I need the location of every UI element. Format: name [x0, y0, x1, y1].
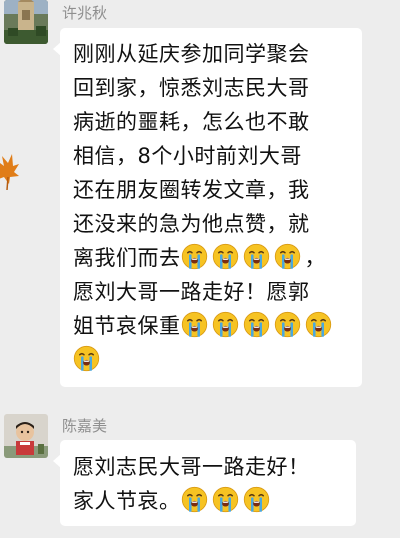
message-text: 家人节哀。 [73, 489, 181, 513]
crying-face-icon [212, 311, 239, 338]
message-line: 病逝的噩耗，怎么也不敢 [73, 110, 310, 134]
crying-face-icon [243, 311, 270, 338]
message-bubble[interactable]: 愿刘志民大哥一路走好！ 家人节哀。 [53, 440, 356, 526]
crying-face-icon [181, 486, 208, 513]
crying-face-icon [243, 243, 270, 270]
crying-face-icon [181, 243, 208, 270]
message-text: ， [304, 246, 326, 270]
message-bubble[interactable]: 刚刚从延庆参加同学聚会 回到家，惊悉刘志民大哥 病逝的噩耗，怎么也不敢 相信，8… [53, 28, 362, 387]
message-line: 相信，8个小时前刘大哥 [73, 144, 302, 168]
crying-face-icon [243, 486, 270, 513]
avatar[interactable] [4, 0, 48, 44]
message-line: 还在朋友圈转发文章，我 [73, 178, 310, 202]
crying-face-icon [212, 486, 239, 513]
avatar[interactable] [4, 414, 48, 458]
message-line: 刚刚从延庆参加同学聚会 [73, 42, 310, 66]
crying-face-icon [181, 311, 208, 338]
sender-name: 陈嘉美 [62, 417, 108, 435]
maple-leaf-icon [0, 150, 20, 191]
crying-face-icon [274, 311, 301, 338]
message-line [73, 343, 350, 377]
message-text: 姐节哀保重 [73, 314, 181, 338]
message-text: 离我们而去 [73, 246, 181, 270]
crying-face-icon [212, 243, 239, 270]
message-line: 离我们而去 ， [73, 241, 350, 275]
sender-name: 许兆秋 [62, 4, 108, 22]
crying-face-icon [305, 311, 332, 338]
message-line: 还没来的急为他点赞，就 [73, 212, 310, 236]
message-line: 回到家，惊悉刘志民大哥 [73, 76, 310, 100]
crying-face-icon [73, 345, 100, 372]
message-line: 愿刘大哥一路走好！愿郭 [73, 280, 310, 304]
message-line: 姐节哀保重 [73, 309, 350, 343]
message-line: 家人节哀。 [73, 484, 344, 518]
message-line: 愿刘志民大哥一路走好！ [73, 455, 310, 479]
crying-face-icon [274, 243, 301, 270]
